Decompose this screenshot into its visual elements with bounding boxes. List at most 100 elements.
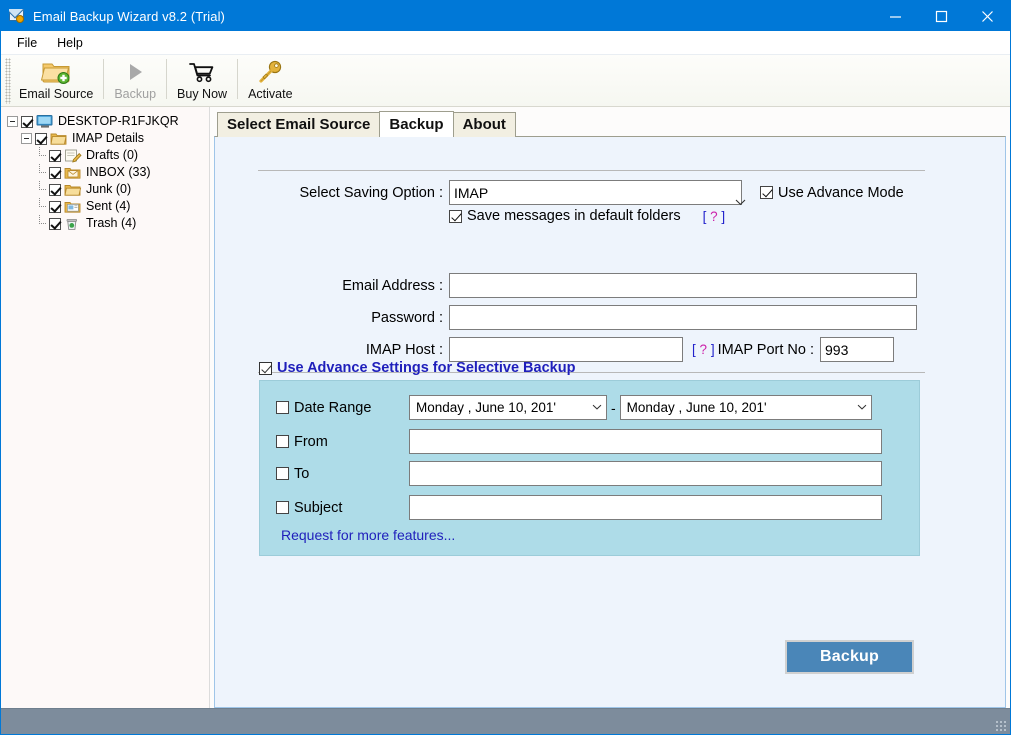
tab-select-email-source[interactable]: Select Email Source [217,112,381,137]
shopping-cart-icon [188,58,216,86]
toolbar-button-email-source[interactable]: Email Source [11,55,101,101]
date-from-picker[interactable]: Monday , June 10, 201' [409,395,607,420]
menu-item-file[interactable]: File [7,34,47,52]
password-input[interactable] [449,305,917,330]
folder-add-icon [41,58,71,86]
tree-checkbox[interactable] [21,115,33,128]
bracket-close: ] [721,208,726,224]
tree-node-trash[interactable]: Trash (4) [7,215,209,232]
tree-node-drafts[interactable]: Drafts (0) [7,147,209,164]
toolbar-separator-2 [166,59,168,99]
checkbox-box [760,186,773,199]
tree-label: Sent (4) [86,199,131,213]
checkbox-box [449,209,462,223]
use-advance-mode-checkbox[interactable]: Use Advance Mode [760,185,904,201]
from-checkbox[interactable] [276,435,289,448]
imap-host-label: IMAP Host : [365,341,443,358]
from-input[interactable] [409,429,882,454]
maximize-icon[interactable] [918,1,964,31]
toolbar-separator-3 [237,59,239,99]
close-icon[interactable] [964,1,1010,31]
chevron-down-icon [592,402,602,413]
password-row: Password : [258,305,917,330]
saving-option-row: Select Saving Option : IMAP Use Advance … [258,180,904,205]
tree-checkbox[interactable] [49,166,61,179]
tree-checkbox[interactable] [49,149,61,162]
expander-icon[interactable] [21,133,32,144]
toolbar-label-buy-now: Buy Now [177,87,228,101]
tree-node-junk[interactable]: Junk (0) [7,181,209,198]
date-range-separator: - [611,399,616,416]
save-default-folders-checkbox[interactable]: Save messages in default folders [449,208,681,224]
status-bar [1,708,1010,734]
use-advance-settings-label: Use Advance Settings for Selective Backu… [277,360,576,376]
tree-connector [35,198,49,215]
imap-port-input[interactable] [820,337,895,362]
password-label: Password : [371,309,443,326]
sent-icon [64,199,82,214]
request-more-features-link[interactable]: Request for more features... [281,527,455,543]
imap-host-input[interactable] [449,337,683,362]
resize-grip-icon[interactable] [995,720,1007,732]
menu-item-help[interactable]: Help [47,34,93,52]
tree-node-sent[interactable]: Sent (4) [7,198,209,215]
date-from-value: Monday , June 10, 201' [416,400,556,415]
use-advance-settings-checkbox[interactable]: Use Advance Settings for Selective Backu… [259,360,575,376]
save-folders-help-link[interactable]: [ ? ] [703,209,726,224]
advance-settings-panel: Date Range Monday , June 10, 201' - Mond… [259,380,920,556]
tree-node-desktop[interactable]: DESKTOP-R1FJKQR [7,113,209,130]
imap-host-help-link[interactable]: [ ? ] [692,342,715,357]
tree-checkbox[interactable] [35,132,47,145]
tree-connector [35,181,49,198]
saving-option-select[interactable]: IMAP [449,180,746,205]
minimize-icon[interactable] [872,1,918,31]
toolbar-label-activate: Activate [248,87,293,101]
tree-checkbox[interactable] [49,217,61,230]
toolbar-button-backup[interactable]: Backup [106,55,164,101]
date-range-label: Date Range [294,399,372,416]
expander-icon[interactable] [7,116,18,127]
toolbar: Email Source Backup Buy Now Activate [1,55,1010,107]
use-advance-mode-label: Use Advance Mode [778,184,904,201]
email-address-row: Email Address : [258,273,917,298]
title-bar: Email Backup Wizard v8.2 (Trial) [1,1,1010,31]
toolbar-button-buy-now[interactable]: Buy Now [169,55,235,101]
toolbar-label-backup: Backup [114,87,157,101]
imap-port-label: IMAP Port No : [717,341,815,358]
toolbar-separator-1 [103,59,105,99]
subject-row: Subject [276,495,882,520]
tree-node-inbox[interactable]: INBOX (33) [7,164,209,181]
email-address-input[interactable] [449,273,917,298]
envelope-app-icon [8,8,26,24]
form-divider-top [258,170,925,171]
toolbar-label-email-source: Email Source [19,87,94,101]
tree-checkbox[interactable] [49,200,61,213]
folder-icon [64,182,82,197]
play-triangle-icon [123,58,147,86]
tab-backup[interactable]: Backup [379,111,454,137]
from-label: From [294,433,328,450]
email-source-tree: DESKTOP-R1FJKQR IMAP Details Drafts (0) … [1,107,210,708]
subject-checkbox[interactable] [276,501,289,514]
to-checkbox[interactable] [276,467,289,480]
subject-input[interactable] [409,495,882,520]
saving-option-label: Select Saving Option : [299,184,443,201]
window-title: Email Backup Wizard v8.2 (Trial) [33,8,225,24]
saving-option-value: IMAP [454,184,489,201]
backup-button[interactable]: Backup [785,640,914,674]
tree-node-imap-details[interactable]: IMAP Details [7,130,209,147]
date-range-checkbox[interactable] [276,401,289,414]
tree-checkbox[interactable] [49,183,61,196]
save-default-folders-row: Save messages in default folders [ ? ] [449,208,725,224]
tab-about[interactable]: About [452,112,516,137]
to-input[interactable] [409,461,882,486]
date-to-value: Monday , June 10, 201' [626,400,767,415]
toolbar-button-activate[interactable]: Activate [240,55,300,101]
bracket-open: [ [702,208,707,224]
date-range-row: Date Range Monday , June 10, 201' - Mond… [276,395,872,420]
tab-strip: Select Email Source Backup About [214,111,1006,137]
chevron-down-icon [857,402,867,413]
tree-label: INBOX (33) [86,165,151,179]
tree-connector [35,215,49,232]
date-to-picker[interactable]: Monday , June 10, 201' [619,395,872,420]
